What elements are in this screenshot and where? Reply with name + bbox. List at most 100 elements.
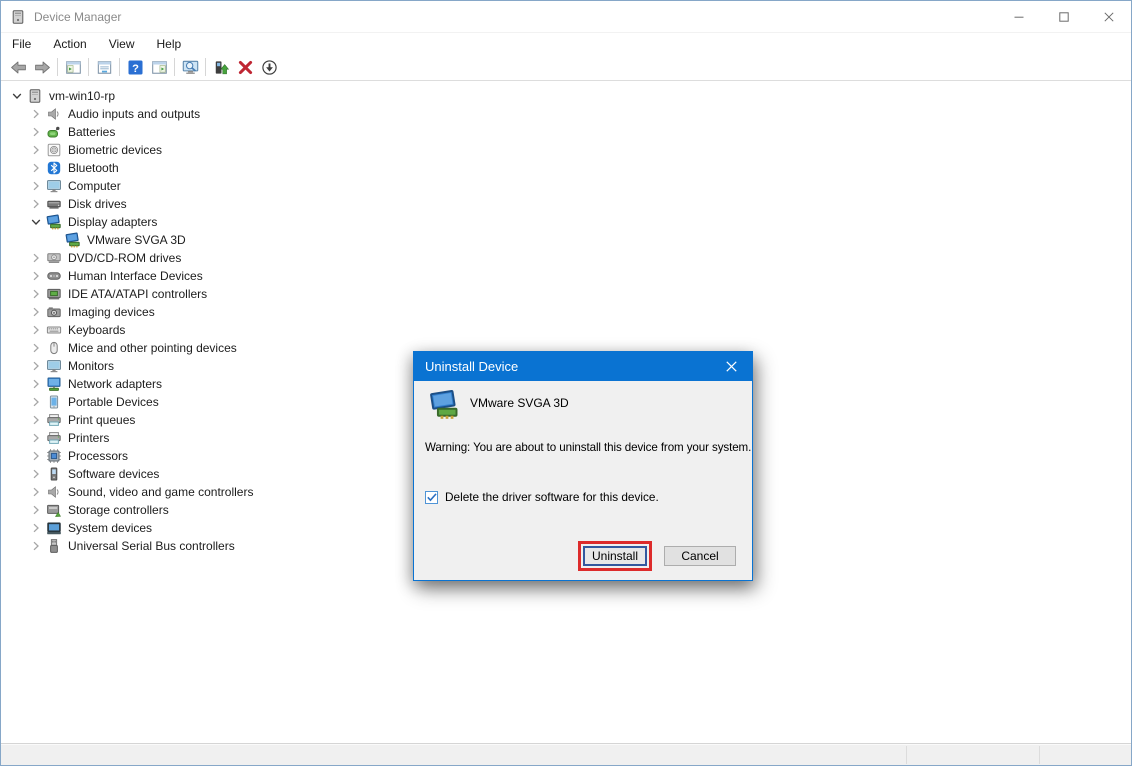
tree-item-dvd-cd-rom-drives[interactable]: DVD/CD-ROM drives xyxy=(1,249,1131,267)
device-manager-app-icon xyxy=(10,9,26,25)
tree-item-human-interface-devices[interactable]: Human Interface Devices xyxy=(1,267,1131,285)
chevron-right-icon[interactable] xyxy=(28,520,44,536)
disable-device-button[interactable] xyxy=(257,55,281,79)
chevron-right-icon[interactable] xyxy=(28,196,44,212)
tree-item-audio-inputs-and-outputs[interactable]: Audio inputs and outputs xyxy=(1,105,1131,123)
tree-item-label: System devices xyxy=(68,519,152,537)
device-name: VMware SVGA 3D xyxy=(470,396,569,410)
update-driver-button[interactable] xyxy=(209,55,233,79)
chevron-right-icon[interactable] xyxy=(28,340,44,356)
tree-item-imaging-devices[interactable]: Imaging devices xyxy=(1,303,1131,321)
statusbar-separator xyxy=(906,746,907,764)
maximize-button[interactable] xyxy=(1041,1,1086,32)
maximize-icon xyxy=(1059,12,1069,22)
tree-item-vmware-svga-3d[interactable]: VMware SVGA 3D xyxy=(1,231,1131,249)
chevron-right-icon[interactable] xyxy=(28,412,44,428)
tree-item-biometric-devices[interactable]: Biometric devices xyxy=(1,141,1131,159)
chevron-right-icon[interactable] xyxy=(28,466,44,482)
chevron-down-icon[interactable] xyxy=(28,214,44,230)
chevron-right-icon[interactable] xyxy=(28,268,44,284)
tree-item-bluetooth[interactable]: Bluetooth xyxy=(1,159,1131,177)
chevron-right-icon[interactable] xyxy=(28,322,44,338)
delete-driver-checkbox[interactable] xyxy=(425,491,438,504)
chevron-right-icon[interactable] xyxy=(28,430,44,446)
show-console-tree-button[interactable] xyxy=(61,55,85,79)
tree-item-label: IDE ATA/ATAPI controllers xyxy=(68,285,207,303)
minimize-icon xyxy=(1014,12,1024,22)
tree-item-disk-drives[interactable]: Disk drives xyxy=(1,195,1131,213)
minimize-button[interactable] xyxy=(996,1,1041,32)
tree-item-computer[interactable]: Computer xyxy=(1,177,1131,195)
disk-icon xyxy=(46,196,62,212)
chevron-right-icon[interactable] xyxy=(28,142,44,158)
toolbar: ? xyxy=(1,54,1131,81)
action-pane-icon xyxy=(151,59,168,76)
chevron-right-icon[interactable] xyxy=(28,178,44,194)
close-button[interactable] xyxy=(1086,1,1131,32)
titlebar: Device Manager xyxy=(1,1,1131,32)
scan-icon xyxy=(182,59,199,76)
chevron-right-icon[interactable] xyxy=(28,160,44,176)
mouse-icon xyxy=(46,340,62,356)
chevron-right-icon[interactable] xyxy=(28,250,44,266)
annotation-highlight-box: Uninstall xyxy=(578,541,652,571)
tree-item-label: Disk drives xyxy=(68,195,127,213)
tree-item-label: Human Interface Devices xyxy=(68,267,203,285)
audio-icon xyxy=(46,484,62,500)
scan-hardware-changes-button[interactable] xyxy=(178,55,202,79)
dialog-close-button[interactable] xyxy=(710,352,752,381)
tree-item-label: Universal Serial Bus controllers xyxy=(68,537,235,555)
audio-icon xyxy=(46,106,62,122)
delete-driver-row: Delete the driver software for this devi… xyxy=(425,490,659,504)
chevron-right-icon[interactable] xyxy=(28,124,44,140)
cdrom-icon xyxy=(46,250,62,266)
menu-action[interactable]: Action xyxy=(42,34,97,54)
portable-icon xyxy=(46,394,62,410)
menu-file[interactable]: File xyxy=(1,34,42,54)
action-pane-button[interactable] xyxy=(147,55,171,79)
back-arrow-icon xyxy=(10,59,27,76)
tree-item-ide-ata-atapi-controllers[interactable]: IDE ATA/ATAPI controllers xyxy=(1,285,1131,303)
chevron-right-icon[interactable] xyxy=(28,502,44,518)
chevron-right-icon[interactable] xyxy=(28,484,44,500)
chevron-right-icon[interactable] xyxy=(28,358,44,374)
hid-icon xyxy=(46,268,62,284)
tree-item-label: Software devices xyxy=(68,465,159,483)
tree-item-batteries[interactable]: Batteries xyxy=(1,123,1131,141)
forward-button[interactable] xyxy=(30,55,54,79)
chevron-right-icon[interactable] xyxy=(28,394,44,410)
cancel-button[interactable]: Cancel xyxy=(664,546,736,566)
console-tree-icon xyxy=(65,59,82,76)
uninstall-device-button[interactable] xyxy=(233,55,257,79)
tree-item-vm-win10-rp[interactable]: vm-win10-rp xyxy=(1,87,1131,105)
chevron-right-icon[interactable] xyxy=(28,304,44,320)
tree-item-keyboards[interactable]: Keyboards xyxy=(1,321,1131,339)
uninstall-x-icon xyxy=(237,59,254,76)
battery-icon xyxy=(46,124,62,140)
window-title: Device Manager xyxy=(34,10,121,24)
device-manager-window: Device Manager FileActionViewHelp ? vm-w… xyxy=(0,0,1132,766)
tree-item-label: Mice and other pointing devices xyxy=(68,339,237,357)
chevron-right-icon[interactable] xyxy=(28,106,44,122)
uninstall-button[interactable]: Uninstall xyxy=(583,546,647,566)
properties-button[interactable] xyxy=(92,55,116,79)
chevron-right-icon[interactable] xyxy=(28,376,44,392)
chevron-down-icon[interactable] xyxy=(9,88,25,104)
processor-icon xyxy=(46,448,62,464)
back-button[interactable] xyxy=(6,55,30,79)
tree-item-label: Portable Devices xyxy=(68,393,159,411)
storage-icon xyxy=(46,502,62,518)
chevron-right-icon[interactable] xyxy=(28,448,44,464)
menu-view[interactable]: View xyxy=(98,34,146,54)
chevron-right-icon[interactable] xyxy=(28,538,44,554)
help-button[interactable]: ? xyxy=(123,55,147,79)
display-adapter-icon xyxy=(46,214,62,230)
chevron-right-icon[interactable] xyxy=(28,286,44,302)
disable-icon xyxy=(261,59,278,76)
menu-help[interactable]: Help xyxy=(146,34,193,54)
content-area: vm-win10-rpAudio inputs and outputsBatte… xyxy=(1,81,1131,743)
tree-item-display-adapters[interactable]: Display adapters xyxy=(1,213,1131,231)
forward-arrow-icon xyxy=(34,59,51,76)
toolbar-separator xyxy=(119,58,120,76)
close-icon xyxy=(1104,12,1114,22)
